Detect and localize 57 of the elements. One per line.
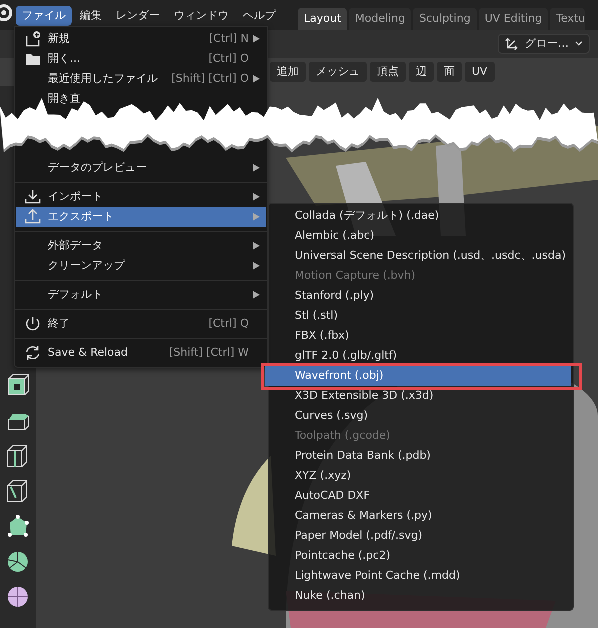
menu-item[interactable]: Paper Model (.pdf/.svg): [265, 526, 571, 546]
menu-item[interactable]: 開く... [Ctrl] O: [16, 49, 266, 69]
menu-item[interactable]: データのプレビュー: [16, 158, 266, 178]
menu-item[interactable]: Lightwave Point Cache (.mdd): [265, 566, 571, 586]
header-menu[interactable]: 辺: [409, 62, 434, 82]
header-menu[interactable]: UV: [465, 62, 495, 82]
menu-item[interactable]: Pointcache (.pc2): [265, 546, 571, 566]
menu-item[interactable]: 編集: [74, 6, 108, 26]
menu-item[interactable]: レンダー: [110, 6, 166, 26]
menu-item[interactable]: エクスポート: [16, 207, 266, 227]
header-menu[interactable]: 面: [437, 62, 462, 82]
header-menu[interactable]: 頂点: [370, 62, 406, 82]
header-menu[interactable]: 追加: [270, 62, 306, 82]
menu-item[interactable]: XYZ (.xyz): [265, 466, 571, 486]
reload-icon: [24, 345, 42, 361]
header-menu[interactable]: メッシュ: [309, 62, 367, 82]
menu-item[interactable]: クリーンアップ: [16, 256, 266, 276]
folder-icon: [24, 51, 42, 67]
menu-item[interactable]: ヘルプ: [237, 6, 282, 26]
workspace-tab[interactable]: Textu: [550, 8, 586, 30]
workspace-tab[interactable]: Sculpting: [413, 8, 477, 30]
menu-item[interactable]: Save & Reload [Shift] [Ctrl] W: [16, 343, 266, 363]
menu-item[interactable]: Alembic (.abc): [265, 226, 571, 246]
chevron-down-icon: [575, 41, 583, 47]
menu-item[interactable]: ファイル: [16, 6, 72, 26]
menu-item[interactable]: Wavefront (.obj): [265, 366, 571, 386]
workspace-tab[interactable]: Layout: [298, 8, 348, 30]
menu-item[interactable]: Protein Data Bank (.pdb): [265, 446, 571, 466]
axes-icon: [505, 37, 519, 51]
import-icon: [24, 189, 42, 205]
menu-item[interactable]: glTF 2.0 (.glb/.gltf): [265, 346, 571, 366]
menu-item[interactable]: 開き直: [16, 89, 266, 109]
orientation-dropdown[interactable]: グロー…: [498, 34, 590, 54]
menu-item[interactable]: FBX (.fbx): [265, 326, 571, 346]
menu-item[interactable]: 最近使用したファイル [Shift] [Ctrl] O: [16, 69, 266, 89]
power-icon: [24, 316, 42, 332]
menu-item[interactable]: Universal Scene Description (.usd、.usdc、.usda): [265, 246, 571, 266]
menu-item[interactable]: Collada (デフォルト) (.dae): [265, 206, 571, 226]
menu-item[interactable]: Cameras & Markers (.py): [265, 506, 571, 526]
menu-item[interactable]: AutoCAD DXF: [265, 486, 571, 506]
polygon-icon: [5, 513, 31, 539]
menu-item[interactable]: X3D Extensible 3D (.x3d): [265, 386, 571, 406]
menu-item[interactable]: Curves (.svg): [265, 406, 571, 426]
menu-item[interactable]: ウィンドウ: [168, 6, 235, 26]
menu-item[interactable]: Stl (.stl): [265, 306, 571, 326]
menu-item[interactable]: 終了 [Ctrl] Q: [16, 314, 266, 334]
menu-item[interactable]: インポート: [16, 187, 266, 207]
workspace-tab[interactable]: UV Editing: [478, 8, 548, 30]
export-icon: [24, 209, 42, 225]
menu-item[interactable]: Stanford (.ply): [265, 286, 571, 306]
menu-item[interactable]: 新規 [Ctrl] N: [16, 29, 266, 49]
menu-item[interactable]: 外部データ: [16, 236, 266, 256]
menu-item[interactable]: デフォルト: [16, 285, 266, 305]
new-file-icon: [24, 31, 42, 47]
menu-item[interactable]: Nuke (.chan): [265, 586, 571, 606]
logo-icon: [0, 2, 14, 24]
workspace-tab[interactable]: Modeling: [349, 8, 412, 30]
